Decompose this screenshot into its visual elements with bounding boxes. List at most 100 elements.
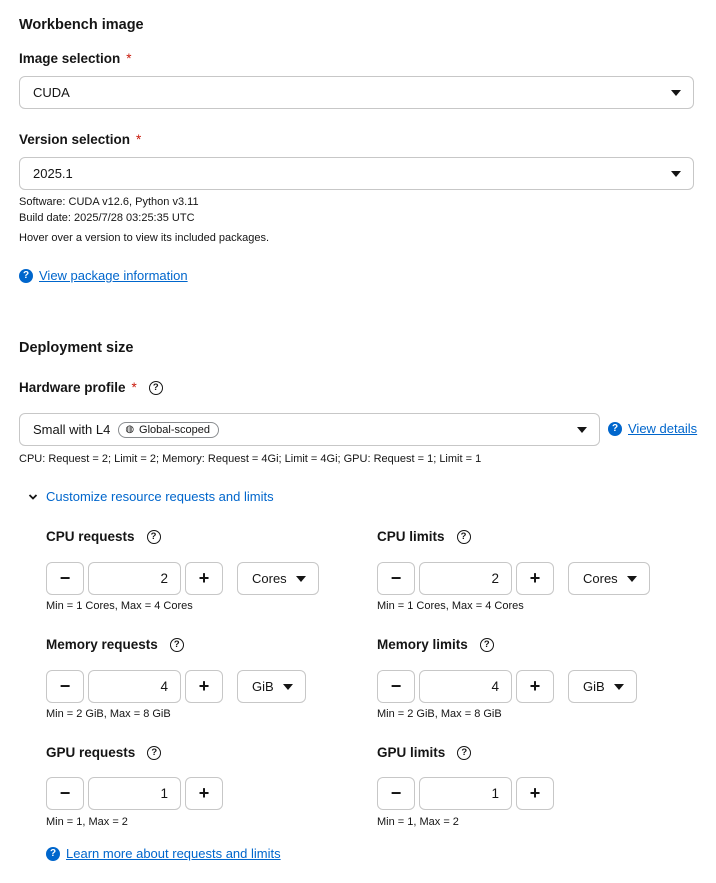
globe-icon: ◍ — [125, 424, 135, 435]
caret-down-icon — [613, 683, 624, 690]
gpu-limits-label: GPU limits ? — [377, 745, 472, 760]
global-scoped-badge: ◍ Global-scoped — [118, 421, 219, 438]
hardware-profile-dropdown[interactable]: Small with L4 ◍ Global-scoped — [19, 413, 600, 446]
chevron-down-icon — [28, 493, 38, 500]
customize-toggle-label: Customize resource requests and limits — [46, 489, 274, 504]
caret-down-icon — [626, 575, 637, 582]
image-selection-value: CUDA — [33, 85, 70, 100]
gpu-limits-label-text: GPU limits — [377, 745, 446, 760]
increment-button[interactable]: + — [185, 562, 223, 595]
help-icon[interactable]: ? — [457, 745, 472, 760]
decrement-button[interactable]: − — [46, 670, 84, 703]
hardware-profile-label-text: Hardware profile — [19, 380, 126, 395]
customize-toggle[interactable]: Customize resource requests and limits — [28, 489, 274, 504]
version-selection-label: Version selection * — [19, 132, 141, 147]
gpu-requests-label: GPU requests ? — [46, 745, 162, 760]
image-selection-label: Image selection * — [19, 51, 132, 66]
help-icon[interactable]: ? — [147, 745, 162, 760]
gpu-requests-label-text: GPU requests — [46, 745, 136, 760]
increment-button[interactable]: + — [185, 670, 223, 703]
hardware-profile-summary: CPU: Request = 2; Limit = 2; Memory: Req… — [19, 453, 482, 465]
memory-limits-unit-select[interactable]: GiB — [568, 670, 637, 703]
gpu-requests-input[interactable]: 1 — [88, 777, 181, 810]
version-selection-label-text: Version selection — [19, 132, 131, 147]
cpu-requests-input[interactable]: 2 — [88, 562, 181, 595]
memory-requests-stepper: − 4 + GiB — [46, 670, 306, 703]
view-details-link[interactable]: View details — [628, 421, 697, 436]
build-date: Build date: 2025/7/28 03:25:35 UTC — [19, 212, 195, 224]
gpu-limits-helper: Min = 1, Max = 2 — [377, 816, 459, 828]
help-icon[interactable]: ? — [146, 529, 161, 544]
cpu-limits-input[interactable]: 2 — [419, 562, 512, 595]
caret-down-icon — [295, 575, 306, 582]
increment-button[interactable]: + — [516, 777, 554, 810]
decrement-button[interactable]: − — [377, 777, 415, 810]
view-details-row: ? View details — [608, 421, 697, 436]
caret-down-icon — [671, 89, 681, 96]
memory-limits-input[interactable]: 4 — [419, 670, 512, 703]
cpu-requests-label: CPU requests ? — [46, 529, 161, 544]
cpu-requests-unit-select[interactable]: Cores — [237, 562, 319, 595]
increment-button[interactable]: + — [516, 562, 554, 595]
help-icon[interactable]: ? — [479, 637, 494, 652]
memory-requests-unit-select[interactable]: GiB — [237, 670, 306, 703]
cpu-requests-stepper: − 2 + Cores — [46, 562, 319, 595]
workbench-image-title: Workbench image — [19, 17, 144, 33]
help-icon: ? — [46, 846, 60, 861]
learn-more-row: ? Learn more about requests and limits — [46, 846, 281, 861]
decrement-button[interactable]: − — [46, 562, 84, 595]
hardware-profile-value: Small with L4 — [33, 422, 111, 437]
help-icon: ? — [19, 268, 33, 283]
cpu-requests-helper: Min = 1 Cores, Max = 4 Cores — [46, 600, 193, 612]
increment-button[interactable]: + — [185, 777, 223, 810]
unit-value: GiB — [252, 679, 274, 694]
caret-down-icon — [282, 683, 293, 690]
unit-value: GiB — [583, 679, 605, 694]
decrement-button[interactable]: − — [46, 777, 84, 810]
cpu-limits-unit-select[interactable]: Cores — [568, 562, 650, 595]
view-package-info-link[interactable]: View package information — [39, 268, 188, 283]
memory-requests-input[interactable]: 4 — [88, 670, 181, 703]
cpu-limits-label: CPU limits ? — [377, 529, 471, 544]
memory-limits-stepper: − 4 + GiB — [377, 670, 637, 703]
cpu-limits-helper: Min = 1 Cores, Max = 4 Cores — [377, 600, 524, 612]
version-selection-value: 2025.1 — [33, 166, 73, 181]
gpu-limits-input[interactable]: 1 — [419, 777, 512, 810]
required-mark: * — [126, 51, 132, 66]
help-icon: ? — [608, 421, 622, 436]
cpu-limits-label-text: CPU limits — [377, 529, 445, 544]
gpu-requests-helper: Min = 1, Max = 2 — [46, 816, 128, 828]
increment-button[interactable]: + — [516, 670, 554, 703]
version-selection-dropdown[interactable]: 2025.1 — [19, 157, 694, 190]
decrement-button[interactable]: − — [377, 670, 415, 703]
cpu-limits-stepper: − 2 + Cores — [377, 562, 650, 595]
gpu-requests-stepper: − 1 + — [46, 777, 223, 810]
decrement-button[interactable]: − — [377, 562, 415, 595]
memory-limits-label-text: Memory limits — [377, 637, 468, 652]
help-icon[interactable]: ? — [169, 637, 184, 652]
memory-limits-helper: Min = 2 GiB, Max = 8 GiB — [377, 708, 502, 720]
unit-value: Cores — [252, 571, 287, 586]
required-mark: * — [136, 132, 142, 147]
cpu-requests-label-text: CPU requests — [46, 529, 135, 544]
package-info-row: ? View package information — [19, 268, 188, 283]
memory-requests-label-text: Memory requests — [46, 637, 158, 652]
caret-down-icon — [577, 426, 587, 433]
hardware-profile-label: Hardware profile * ? — [19, 380, 163, 395]
image-selection-label-text: Image selection — [19, 51, 121, 66]
software-info: Software: CUDA v12.6, Python v3.11 — [19, 196, 199, 208]
version-hover-hint: Hover over a version to view its include… — [19, 232, 270, 244]
learn-more-link[interactable]: Learn more about requests and limits — [66, 846, 281, 861]
help-icon[interactable]: ? — [456, 529, 471, 544]
memory-limits-label: Memory limits ? — [377, 637, 494, 652]
unit-value: Cores — [583, 571, 618, 586]
memory-requests-label: Memory requests ? — [46, 637, 184, 652]
help-icon[interactable]: ? — [148, 380, 163, 395]
image-selection-dropdown[interactable]: CUDA — [19, 76, 694, 109]
hardware-profile-value-wrap: Small with L4 ◍ Global-scoped — [33, 421, 577, 438]
required-mark: * — [131, 380, 137, 395]
deployment-size-title: Deployment size — [19, 340, 134, 356]
badge-label: Global-scoped — [139, 423, 210, 436]
memory-requests-helper: Min = 2 GiB, Max = 8 GiB — [46, 708, 171, 720]
caret-down-icon — [671, 170, 681, 177]
